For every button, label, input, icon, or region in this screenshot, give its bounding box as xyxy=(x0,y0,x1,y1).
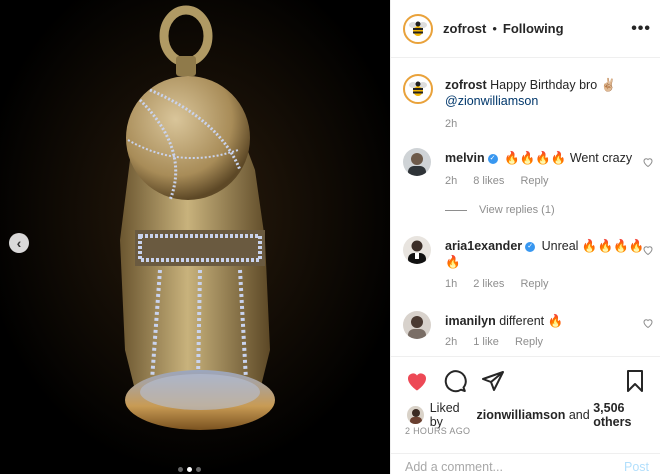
comment-username[interactable]: aria1exander xyxy=(445,239,522,253)
separator-dot: • xyxy=(492,21,497,36)
view-replies-button[interactable]: View replies (1) xyxy=(445,204,555,216)
and-label: and xyxy=(568,408,590,422)
author-avatar[interactable] xyxy=(403,13,433,44)
caption-avatar[interactable] xyxy=(403,74,433,104)
comment-meta: 2h 8 likes Reply xyxy=(445,175,549,187)
likes-summary: Liked by zionwilliamson and 3,506 others xyxy=(407,401,660,429)
comment-username[interactable]: melvin xyxy=(445,151,485,165)
comment-time[interactable]: 2h xyxy=(445,336,457,348)
comment-time[interactable]: 1h xyxy=(445,278,457,290)
comment-like-heart-icon[interactable] xyxy=(642,244,654,256)
liked-by-label: Liked by xyxy=(429,401,460,429)
comment-meta: 1h 2 likes Reply xyxy=(445,278,549,290)
comment-like-heart-icon[interactable] xyxy=(642,317,654,329)
post-comment-button[interactable]: Post xyxy=(624,460,649,474)
comment-likes[interactable]: 2 likes xyxy=(473,278,504,290)
post-header: zofrost • Following ••• xyxy=(391,0,660,58)
liker-avatar[interactable] xyxy=(407,406,424,424)
avatar-photo xyxy=(403,311,431,339)
avatar-photo xyxy=(403,148,431,176)
comment-like-heart-icon[interactable] xyxy=(642,156,654,168)
following-button[interactable]: Following xyxy=(503,21,564,36)
more-options-icon[interactable]: ••• xyxy=(631,20,651,38)
comment-icon[interactable] xyxy=(443,369,467,393)
bee-logo-icon xyxy=(409,81,427,96)
comment-time[interactable]: 2h xyxy=(445,175,457,187)
carousel-dot xyxy=(196,467,201,472)
bee-logo-icon xyxy=(409,21,427,36)
comment-likes[interactable]: 1 like xyxy=(473,336,499,348)
comment-username[interactable]: imanilyn xyxy=(445,314,496,328)
previous-image-button[interactable]: ‹ xyxy=(9,233,29,253)
add-comment-bar: Post xyxy=(391,453,660,476)
reply-button[interactable]: Reply xyxy=(515,336,543,348)
post-media[interactable]: ‹ xyxy=(0,0,390,474)
verified-badge-icon: ✓ xyxy=(525,241,536,252)
paper-plane-icon[interactable] xyxy=(481,369,505,393)
caption-time[interactable]: 2h xyxy=(445,118,457,130)
verified-badge-icon: ✓ xyxy=(487,153,498,164)
commenter-avatar[interactable] xyxy=(403,148,431,176)
author-username[interactable]: zofrost xyxy=(443,21,486,36)
view-replies-label[interactable]: View replies (1) xyxy=(479,204,555,216)
post-actions: Liked by zionwilliamson and 3,506 others… xyxy=(391,356,660,475)
caption-username[interactable]: zofrost xyxy=(445,78,487,92)
reply-button[interactable]: Reply xyxy=(520,175,548,187)
caption-mention[interactable]: @zionwilliamson xyxy=(445,94,538,108)
avatar-photo xyxy=(403,236,431,264)
caption-meta: 2h xyxy=(445,118,457,130)
carousel-dots xyxy=(178,467,201,472)
comment-likes[interactable]: 8 likes xyxy=(473,175,504,187)
carousel-dot xyxy=(178,467,183,472)
carousel-dot-active xyxy=(187,467,192,472)
bookmark-icon[interactable] xyxy=(623,369,647,393)
divider-line xyxy=(445,209,467,211)
post-details-panel: zofrost • Following ••• zofrost Happy Bi… xyxy=(390,0,660,475)
pendant-image xyxy=(0,0,390,474)
heart-icon[interactable] xyxy=(405,369,429,393)
caption-text: Happy Birthday bro ✌🏼 xyxy=(490,78,617,92)
comment-meta: 2h 1 like Reply xyxy=(445,336,543,348)
avatar-photo xyxy=(407,406,424,424)
post-timestamp[interactable]: 2 HOURS AGO xyxy=(405,426,470,436)
comment-text: 🔥🔥🔥🔥 Went crazy xyxy=(504,151,633,165)
liked-by-user[interactable]: zionwilliamson xyxy=(476,408,565,422)
others-count[interactable]: 3,506 others xyxy=(593,401,660,429)
comment-text: different 🔥 xyxy=(499,314,564,328)
reply-button[interactable]: Reply xyxy=(520,278,548,290)
commenter-avatar[interactable] xyxy=(403,311,431,339)
comment-input[interactable] xyxy=(403,459,607,475)
commenter-avatar[interactable] xyxy=(403,236,431,264)
